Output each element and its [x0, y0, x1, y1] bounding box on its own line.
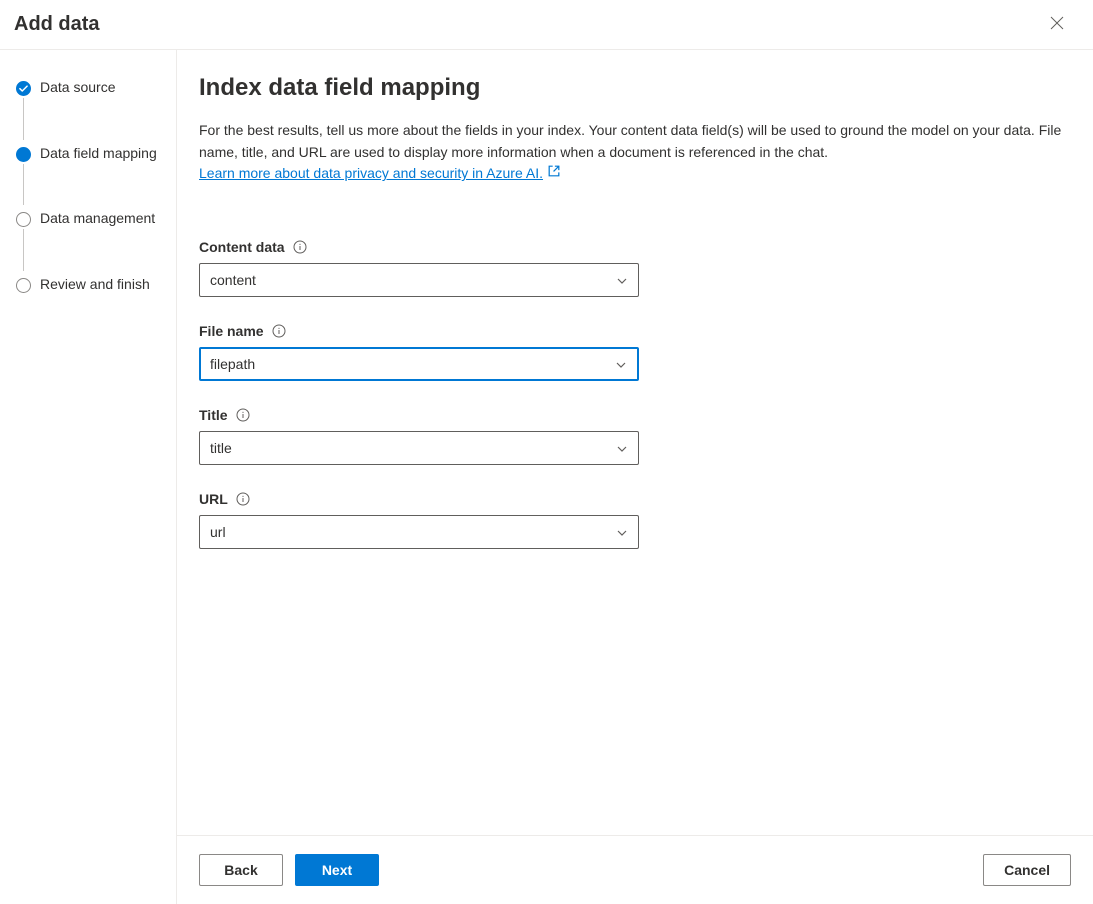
external-link-icon [547, 163, 561, 185]
dialog-title: Add data [14, 13, 100, 36]
select-value: content [210, 272, 256, 288]
main-content: Index data field mapping For the best re… [177, 50, 1093, 835]
title-select[interactable]: title [199, 431, 639, 465]
field-mapping-form: Content data content F [199, 239, 1071, 549]
link-text: Learn more about data privacy and securi… [199, 163, 543, 185]
chevron-down-icon [615, 358, 627, 370]
step-data-field-mapping[interactable]: Data field mapping [16, 144, 160, 210]
field-content-data: Content data content [199, 239, 639, 297]
select-value: filepath [210, 356, 255, 372]
dialog-footer: Back Next Cancel [177, 835, 1093, 904]
close-button[interactable] [1041, 9, 1073, 41]
dialog-header: Add data [0, 0, 1093, 50]
url-select[interactable]: url [199, 515, 639, 549]
field-title: Title title [199, 407, 639, 465]
field-label: File name [199, 323, 264, 339]
chevron-down-icon [616, 442, 628, 454]
info-icon[interactable] [236, 492, 250, 506]
info-icon[interactable] [236, 408, 250, 422]
page-description: For the best results, tell us more about… [199, 120, 1071, 185]
step-label: Data management [40, 210, 155, 226]
chevron-down-icon [616, 274, 628, 286]
select-value: url [210, 524, 226, 540]
field-label: Content data [199, 239, 285, 255]
step-label: Data source [40, 79, 115, 95]
step-data-source[interactable]: Data source [16, 78, 160, 144]
field-label: URL [199, 491, 228, 507]
page-title: Index data field mapping [199, 74, 1071, 102]
close-icon [1050, 16, 1064, 33]
current-step-dot-icon [16, 147, 31, 162]
field-url: URL url [199, 491, 639, 549]
chevron-down-icon [616, 526, 628, 538]
back-button[interactable]: Back [199, 854, 283, 886]
step-label: Review and finish [40, 276, 150, 292]
cancel-button[interactable]: Cancel [983, 854, 1071, 886]
upcoming-step-dot-icon [16, 212, 31, 227]
field-label: Title [199, 407, 228, 423]
wizard-sidebar: Data source Data field mapping Data mana… [0, 50, 177, 904]
step-data-management[interactable]: Data management [16, 209, 160, 275]
info-icon[interactable] [293, 240, 307, 254]
step-label: Data field mapping [40, 145, 157, 161]
step-review-and-finish[interactable]: Review and finish [16, 275, 160, 295]
description-text: For the best results, tell us more about… [199, 122, 1061, 160]
field-file-name: File name filepath [199, 323, 639, 381]
select-value: title [210, 440, 232, 456]
file-name-select[interactable]: filepath [199, 347, 639, 381]
content-data-select[interactable]: content [199, 263, 639, 297]
next-button[interactable]: Next [295, 854, 379, 886]
learn-more-link[interactable]: Learn more about data privacy and securi… [199, 163, 561, 185]
info-icon[interactable] [272, 324, 286, 338]
upcoming-step-dot-icon [16, 278, 31, 293]
check-circle-icon [16, 81, 31, 96]
